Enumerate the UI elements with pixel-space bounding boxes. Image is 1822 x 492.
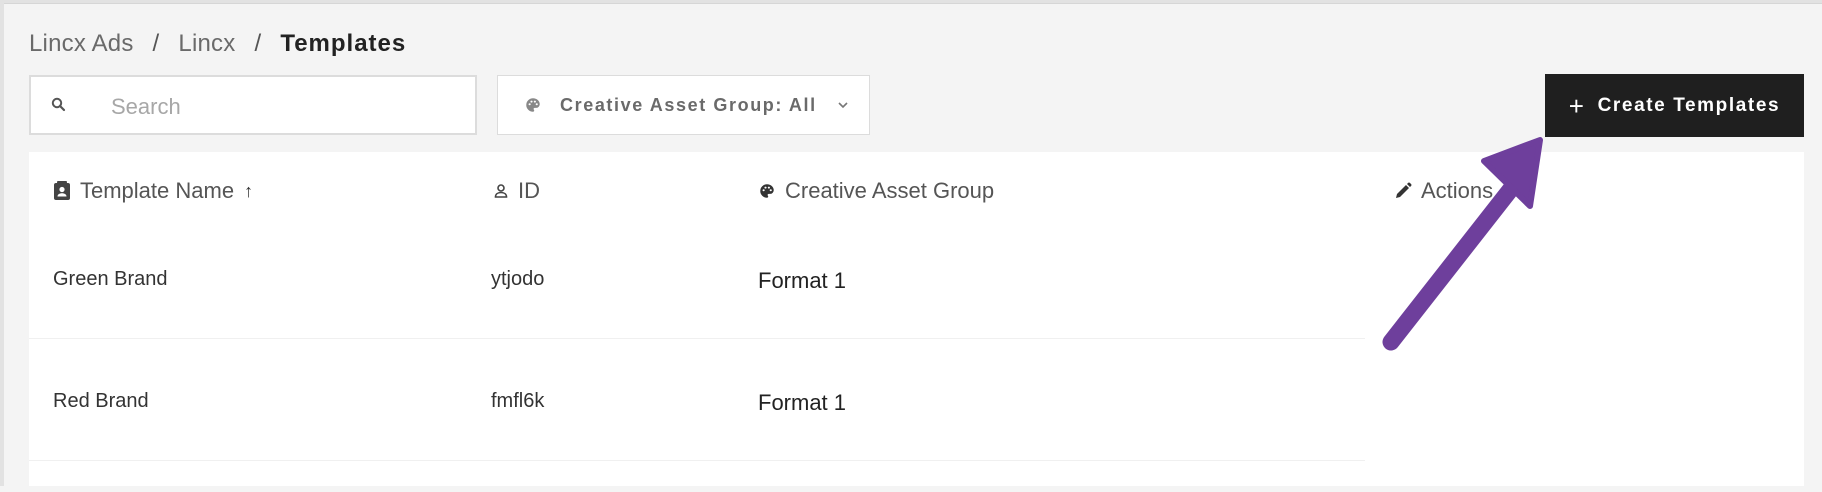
breadcrumb-separator: /: [254, 30, 262, 57]
templates-table: Template Name ↑ ID Creative Asset Group …: [29, 152, 1804, 486]
left-border: [0, 0, 4, 486]
template-name-cell[interactable]: Red Brand: [53, 390, 149, 413]
sort-ascending-icon[interactable]: ↑: [244, 181, 253, 202]
row-divider: [29, 338, 1365, 339]
breadcrumb: Lincx Ads / Lincx / Templates: [29, 30, 406, 58]
filter-label: Creative Asset Group: All: [560, 94, 817, 115]
column-header-creative-asset-group[interactable]: Creative Asset Group: [758, 178, 994, 204]
template-name-cell[interactable]: Green Brand: [53, 268, 168, 291]
creative-asset-group-cell: Format 1: [758, 268, 847, 293]
create-templates-label: Create Templates: [1597, 94, 1781, 116]
person-icon: [494, 184, 508, 198]
pencil-icon: [1396, 182, 1412, 198]
column-label: Actions: [1421, 178, 1494, 203]
breadcrumb-item-lincx[interactable]: Lincx: [178, 30, 235, 57]
breadcrumb-separator: /: [152, 30, 160, 57]
creative-asset-group-cell: Format 1: [758, 390, 847, 415]
row-divider: [29, 460, 1365, 461]
chevron-down-icon: [838, 102, 848, 109]
palette-icon: [760, 184, 774, 198]
breadcrumb-item-lincx-ads[interactable]: Lincx Ads: [29, 30, 134, 57]
plus-icon: +: [1568, 90, 1586, 121]
template-id-cell: ytjodo: [491, 268, 545, 290]
column-header-id[interactable]: ID: [493, 178, 540, 204]
search-icon: [51, 97, 66, 112]
create-templates-button[interactable]: + Create Templates: [1545, 74, 1804, 137]
breadcrumb-current-templates: Templates: [280, 30, 407, 57]
template-id-cell: fmfl6k: [491, 390, 545, 412]
creative-asset-group-filter[interactable]: Creative Asset Group: All: [497, 75, 870, 135]
column-header-actions: Actions: [1394, 178, 1493, 204]
search-input[interactable]: [109, 91, 453, 123]
table-row: [29, 372, 1365, 492]
top-border: [0, 0, 1822, 4]
column-label: Creative Asset Group: [785, 178, 995, 203]
column-label: ID: [518, 178, 540, 203]
column-header-template-name[interactable]: Template Name ↑: [53, 178, 253, 204]
contact-card-icon: [54, 181, 70, 200]
palette-icon: [526, 98, 540, 112]
search-box[interactable]: [29, 75, 477, 135]
column-label: Template Name: [80, 178, 235, 203]
